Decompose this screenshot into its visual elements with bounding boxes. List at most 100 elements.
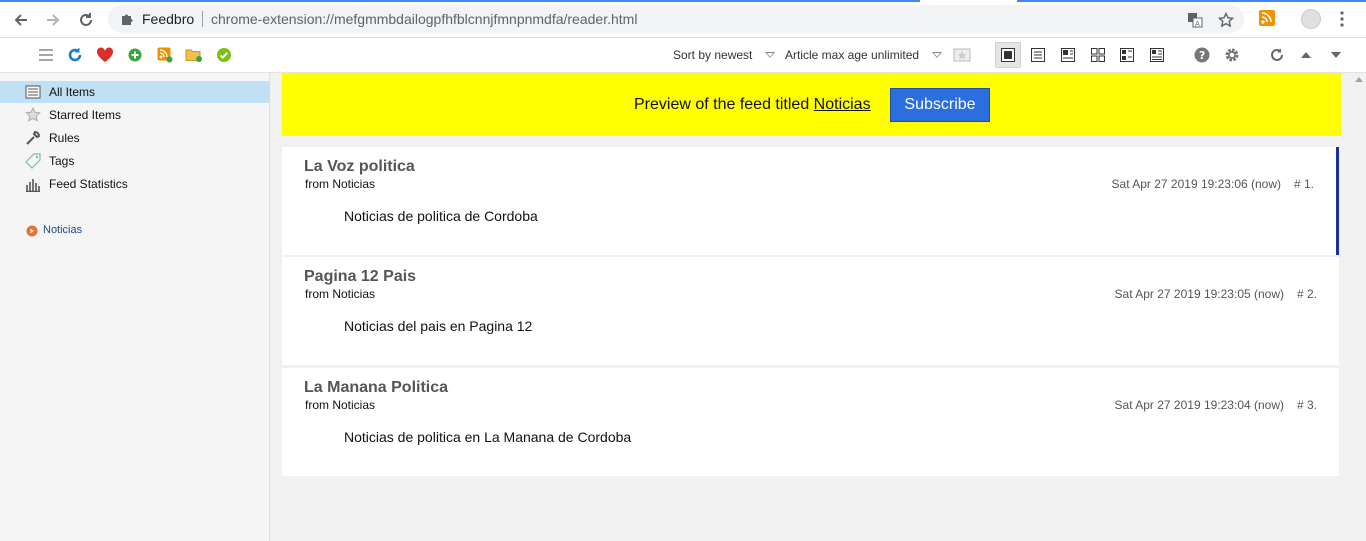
arrow-right-icon — [47, 14, 60, 26]
article-number: # 1. — [1293, 177, 1314, 191]
article-body: Noticias del pais en Pagina 12 — [344, 318, 533, 334]
refresh-icon — [68, 48, 82, 62]
layout-magazine-icon — [1120, 48, 1134, 62]
forward-button[interactable] — [42, 9, 64, 31]
sidebar-feed-noticias[interactable]: Noticias — [0, 220, 270, 242]
layout-list-icon — [1031, 48, 1045, 62]
help-button[interactable]: ? — [1193, 46, 1211, 64]
sort-dropdown[interactable]: Sort by newest — [673, 48, 752, 62]
preview-text: Preview of the feed titled Noticias — [634, 96, 871, 114]
feed-icon — [26, 225, 38, 237]
feedbro-extension-button[interactable] — [1258, 9, 1278, 29]
reload-icon — [80, 13, 92, 26]
layout-grid-icon — [1091, 48, 1105, 62]
previous-article-button[interactable] — [1297, 46, 1315, 64]
max-age-chevron-down-icon[interactable] — [932, 52, 942, 58]
browser-menu-icon[interactable] — [1340, 10, 1344, 28]
wrench-icon — [26, 130, 41, 145]
add-feed-button[interactable] — [156, 46, 174, 64]
article-source: from Noticias — [305, 398, 376, 412]
sidebar-item-feed-statistics[interactable]: Feed Statistics — [0, 173, 270, 195]
reload-button[interactable] — [75, 9, 97, 31]
max-age-dropdown[interactable]: Article max age unlimited — [785, 48, 919, 62]
reload-view-button[interactable] — [1268, 46, 1286, 64]
gear-icon — [1225, 48, 1239, 62]
feed-title-link[interactable]: Noticias — [814, 96, 871, 113]
sidebar-item-label: Rules — [49, 131, 80, 145]
sidebar-item-label: Feed Statistics — [49, 177, 128, 191]
omnibox-separator — [202, 11, 203, 27]
article-source: from Noticias — [305, 287, 376, 301]
tab-strip-edge — [0, 0, 1366, 2]
content-scrollbar[interactable] — [1351, 73, 1366, 541]
article-number: # 2. — [1296, 287, 1317, 301]
rss-feed-icon — [1259, 10, 1275, 26]
article-title[interactable]: Pagina 12 Pais — [304, 268, 416, 286]
folder-add-icon — [185, 49, 202, 62]
add-button[interactable] — [126, 46, 144, 64]
article-card[interactable]: La Voz politica from Noticias Sat Apr 27… — [282, 147, 1339, 255]
svg-text:A: A — [1195, 20, 1200, 28]
sidebar: All Items Starred Items Rules Tags Feed … — [0, 73, 270, 541]
settings-button[interactable] — [1223, 46, 1241, 64]
preview-banner: Preview of the feed titled Noticias Subs… — [282, 73, 1341, 136]
scroll-up-arrow-icon[interactable] — [1355, 77, 1363, 82]
article-title[interactable]: La Voz politica — [304, 158, 415, 176]
back-button[interactable] — [10, 9, 32, 31]
layout-full-icon — [1001, 48, 1015, 62]
layout-list-button[interactable] — [1025, 42, 1051, 68]
tag-icon — [25, 153, 41, 169]
star-outline-icon — [1218, 12, 1234, 28]
star-icon — [25, 107, 41, 122]
add-folder-button[interactable] — [185, 46, 203, 64]
sidebar-item-rules[interactable]: Rules — [0, 127, 270, 149]
subscribe-button[interactable]: Subscribe — [890, 88, 990, 122]
preview-label: Preview of the feed titled — [634, 96, 810, 113]
translate-button[interactable]: A — [1186, 11, 1204, 29]
sort-chevron-down-icon[interactable] — [765, 52, 775, 58]
sidebar-item-label: Tags — [49, 154, 75, 168]
site-name: Feedbro — [142, 11, 195, 27]
article-card[interactable]: La Manana Politica from Noticias Sat Apr… — [282, 368, 1339, 476]
check-circle-icon — [217, 48, 231, 62]
layout-compact-button[interactable] — [1144, 42, 1170, 68]
reader-toolbar: Sort by newest Article max age unlimited… — [0, 38, 1366, 73]
sidebar-item-tags[interactable]: Tags — [0, 150, 270, 172]
article-body: Noticias de politica de Cordoba — [344, 208, 538, 224]
bar-chart-icon — [26, 179, 40, 192]
article-title[interactable]: La Manana Politica — [304, 379, 448, 397]
triangle-up-icon — [1301, 52, 1311, 58]
filter-starred-button[interactable] — [953, 46, 971, 64]
translate-icon: A — [1188, 13, 1203, 28]
sidebar-item-label: All Items — [49, 85, 96, 99]
hamburger-icon — [39, 49, 53, 61]
layout-full-button[interactable] — [995, 42, 1021, 68]
puzzle-icon — [122, 14, 133, 25]
sidebar-feed-label: Noticias — [43, 224, 83, 236]
triangle-down-icon — [1331, 52, 1341, 58]
sidebar-item-all-items[interactable]: All Items — [0, 81, 270, 103]
heart-icon — [96, 47, 114, 62]
arrow-left-icon — [14, 14, 27, 26]
article-number: # 3. — [1296, 398, 1317, 412]
help-icon: ? — [1194, 47, 1210, 63]
mark-read-button[interactable] — [215, 46, 233, 64]
article-body: Noticias de politica en La Manana de Cor… — [344, 429, 632, 445]
address-bar[interactable]: Feedbro chrome-extension://mefgmmbdailog… — [108, 5, 1244, 33]
article-source: from Noticias — [305, 177, 376, 191]
article-date: Sat Apr 27 2019 19:23:05 (now) — [1114, 287, 1284, 301]
url-text: chrome-extension://mefgmmbdailogpfhfblcn… — [211, 11, 638, 27]
refresh-feeds-button[interactable] — [66, 46, 84, 64]
sidebar-item-starred-items[interactable]: Starred Items — [0, 104, 270, 126]
profile-avatar[interactable] — [1301, 9, 1321, 29]
article-date: Sat Apr 27 2019 19:23:06 (now) — [1111, 177, 1281, 191]
layout-grid-button[interactable] — [1085, 42, 1111, 68]
article-card[interactable]: Pagina 12 Pais from Noticias Sat Apr 27 … — [282, 257, 1339, 365]
layout-split-button[interactable] — [1055, 42, 1081, 68]
bookmark-star-button[interactable] — [1217, 11, 1235, 29]
hamburger-button[interactable] — [37, 46, 55, 64]
layout-magazine-button[interactable] — [1114, 42, 1140, 68]
favorites-button[interactable] — [96, 46, 114, 64]
article-date: Sat Apr 27 2019 19:23:04 (now) — [1114, 398, 1284, 412]
next-article-button[interactable] — [1327, 46, 1345, 64]
